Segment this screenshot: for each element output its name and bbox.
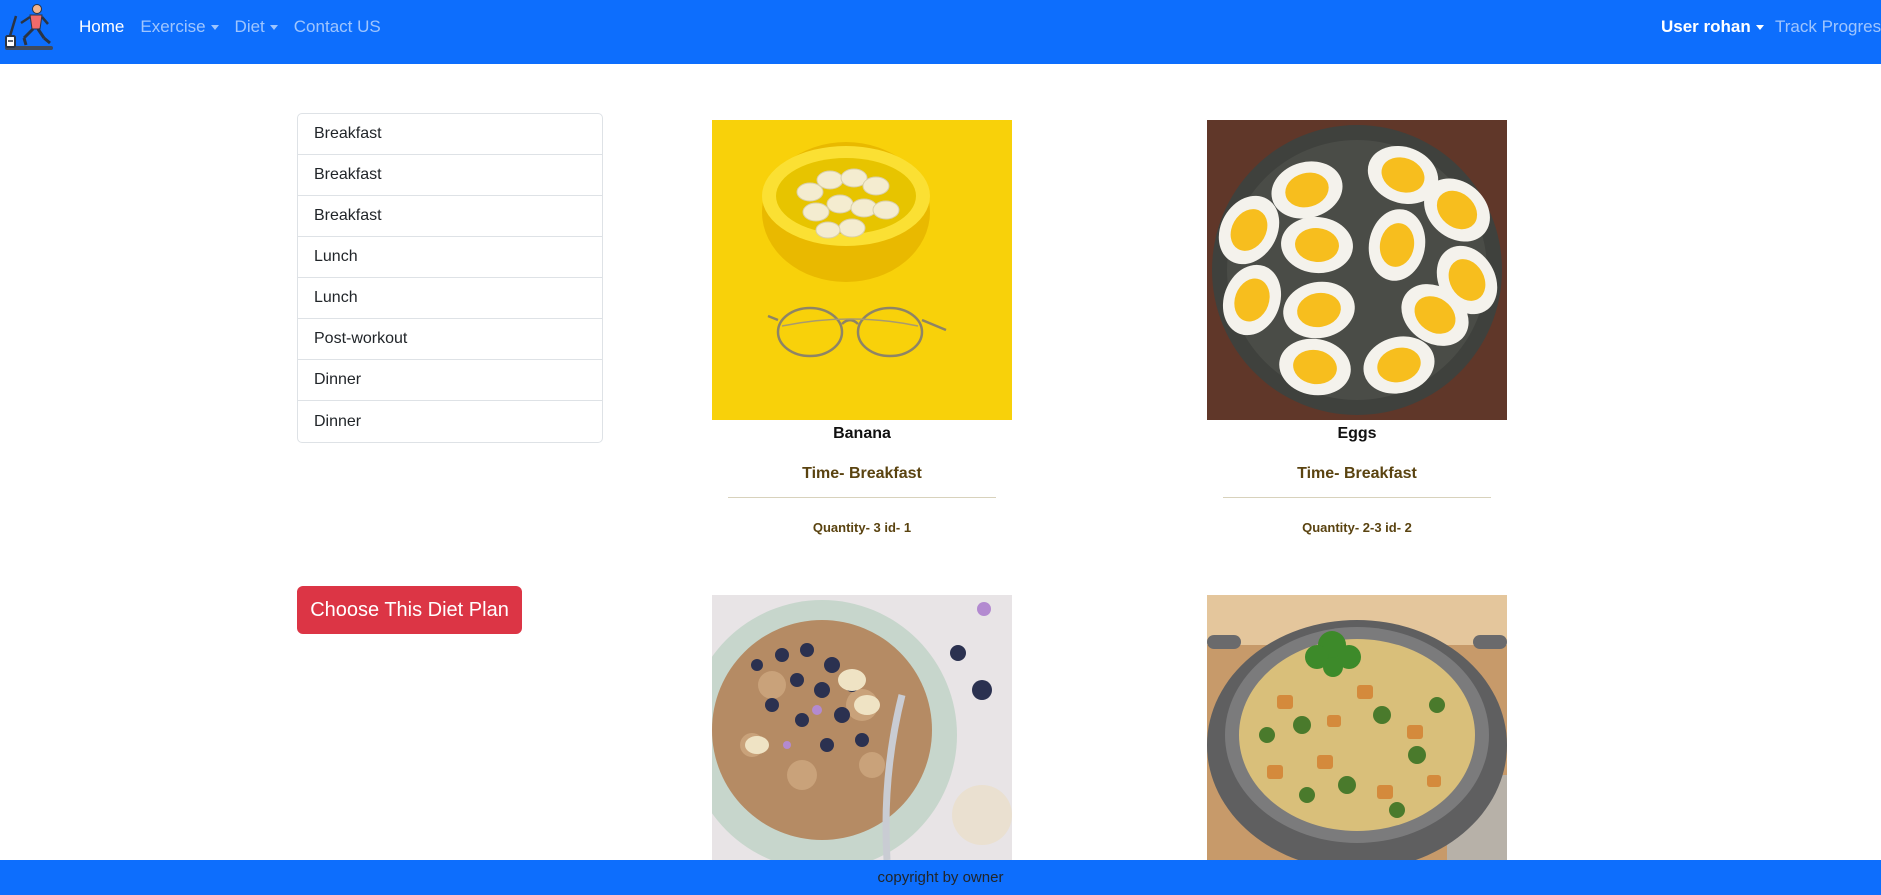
list-item[interactable]: Lunch (298, 237, 602, 278)
oatmeal-blueberry-photo (712, 595, 1012, 860)
food-card-eggs: Eggs Time- Breakfast Quantity- 2-3 id- 2 (1207, 120, 1507, 535)
nav-exercise-dropdown[interactable]: Exercise (140, 17, 219, 37)
nav-links: Home Exercise Diet Contact US (79, 0, 381, 54)
choose-diet-plan-button[interactable]: Choose This Diet Plan (297, 586, 522, 634)
nav-exercise-label: Exercise (140, 17, 206, 36)
food-name: Eggs (1337, 425, 1377, 442)
list-item[interactable]: Breakfast (298, 196, 602, 237)
nav-diet-dropdown[interactable]: Diet (235, 17, 278, 37)
meal-time-list: Breakfast Breakfast Breakfast Lunch Lunc… (297, 113, 603, 443)
food-card-oatmeal (712, 595, 1012, 860)
nav-contact-link[interactable]: Contact US (294, 17, 381, 37)
footer: copyright by owner (0, 860, 1881, 895)
food-card-banana: Banana Time- Breakfast Quantity- 3 id- 1 (712, 120, 1012, 535)
food-quantity: Quantity- 2-3 id- 2 (1302, 520, 1412, 535)
divider (1223, 497, 1491, 498)
list-item[interactable]: Post-workout (298, 319, 602, 360)
list-item[interactable]: Lunch (298, 278, 602, 319)
user-label: User rohan (1661, 17, 1751, 36)
treadmill-runner-icon[interactable] (2, 2, 56, 52)
food-time: Time- Breakfast (1297, 465, 1417, 482)
food-name: Banana (833, 425, 891, 442)
food-quantity: Quantity- 3 id- 1 (812, 520, 912, 535)
track-progress-link[interactable]: Track Progress (1775, 0, 1881, 54)
nav-contact-label: Contact US (293, 17, 381, 36)
caret-down-icon (210, 24, 219, 30)
user-dropdown[interactable]: User rohan (1661, 0, 1764, 54)
banana-bowl-photo (712, 120, 1012, 420)
list-item[interactable]: Breakfast (298, 155, 602, 196)
list-item[interactable]: Dinner (298, 360, 602, 401)
nav-home-link[interactable]: Home (79, 17, 124, 37)
boiled-eggs-photo (1207, 120, 1507, 420)
navbar: Home Exercise Diet Contact US User rohan… (0, 0, 1881, 64)
nav-diet-label: Diet (234, 17, 265, 36)
nav-home-label: Home (79, 17, 125, 36)
food-time: Time- Breakfast (802, 465, 922, 482)
list-item[interactable]: Breakfast (298, 114, 602, 155)
caret-down-icon (269, 24, 278, 30)
vegetable-rice-photo (1207, 595, 1507, 860)
divider (728, 497, 996, 498)
list-item[interactable]: Dinner (298, 401, 602, 442)
food-card-vegetable-rice (1207, 595, 1507, 860)
copyright-text: copyright by owner (877, 869, 1004, 886)
caret-down-icon (1755, 24, 1764, 30)
